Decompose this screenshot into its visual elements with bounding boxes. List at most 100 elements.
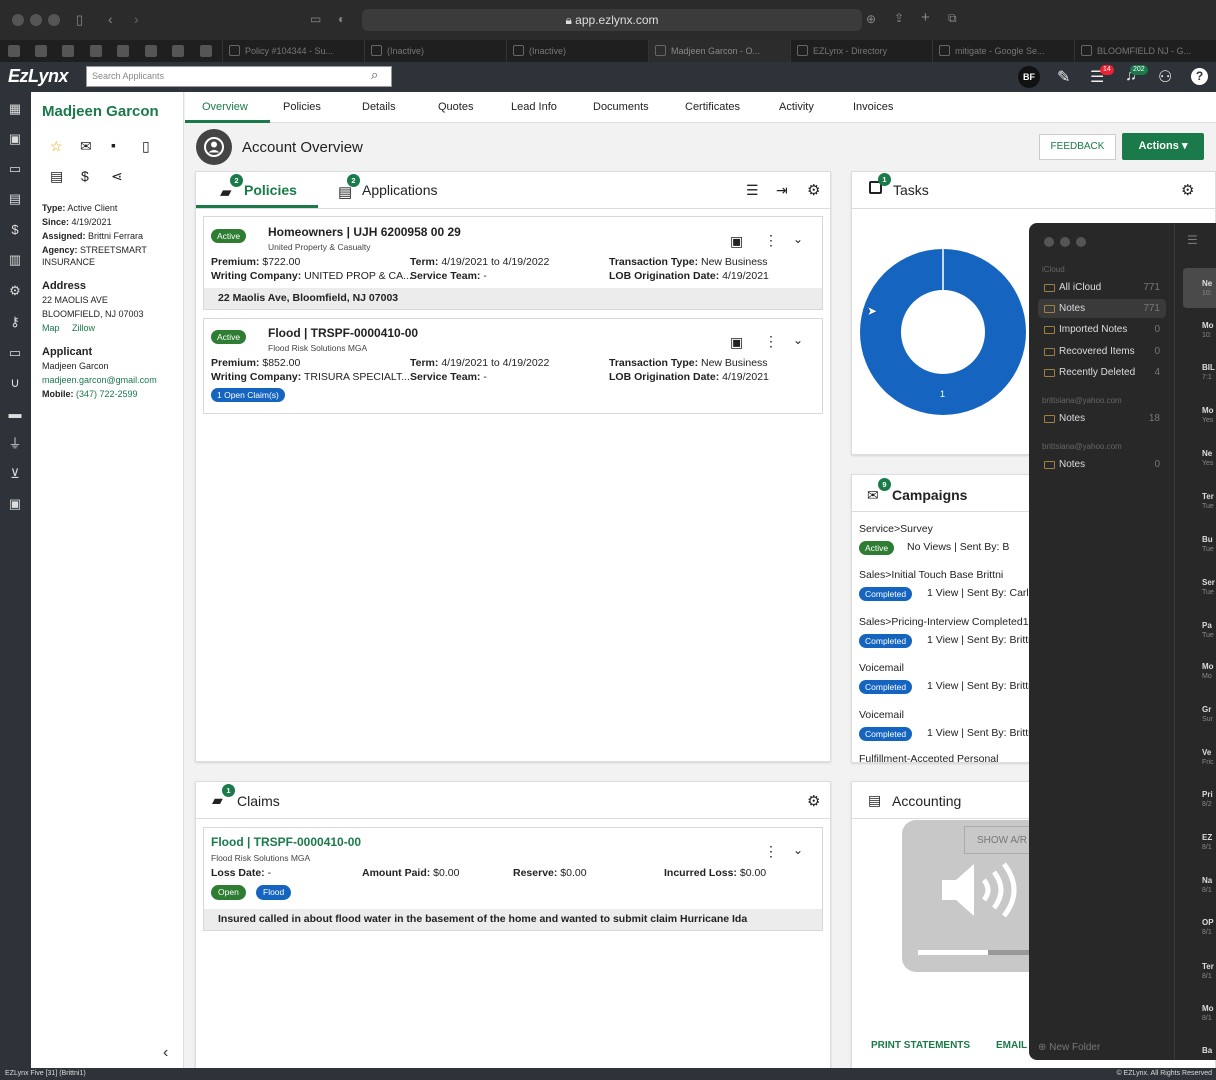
pinned-tab[interactable] bbox=[62, 45, 74, 57]
notes-minimize-button[interactable] bbox=[1060, 237, 1070, 247]
pinned-tab[interactable] bbox=[200, 45, 212, 57]
claim-title-link[interactable]: Flood | TRSPF-0000410-00 bbox=[211, 835, 361, 849]
download-icon[interactable]: ⊕ bbox=[866, 12, 876, 26]
expand-chevron-icon[interactable]: ⌄ bbox=[793, 232, 803, 246]
note-list-item[interactable]: Ba bbox=[1202, 1046, 1216, 1056]
browser-tab[interactable]: Policy #104344 - Su... bbox=[222, 40, 364, 62]
privacy-shield-icon[interactable]: ◐ bbox=[338, 12, 345, 26]
tab-policies[interactable]: Policies bbox=[283, 101, 321, 113]
address-bar[interactable]: 🔒︎ app.ezlynx.com bbox=[362, 9, 862, 31]
more-options-icon[interactable]: ⋮ bbox=[764, 232, 778, 249]
notes-account1-folder[interactable]: Notes 18 bbox=[1038, 409, 1166, 428]
invoice-icon[interactable]: $ bbox=[81, 168, 89, 184]
note-list-item[interactable]: Mo 8/1 bbox=[1202, 1004, 1216, 1024]
collapse-panel-icon[interactable]: ‹ bbox=[163, 1044, 168, 1062]
pinned-tab[interactable] bbox=[8, 45, 20, 57]
share-icon[interactable]: ⋖ bbox=[111, 168, 123, 185]
note-list-item[interactable]: Ser Tue bbox=[1202, 578, 1216, 598]
tab-quotes[interactable]: Quotes bbox=[438, 101, 473, 113]
applications-tab[interactable]: Applications bbox=[362, 182, 438, 198]
new-folder-button[interactable]: ⊕ New Folder bbox=[1038, 1042, 1100, 1053]
map-link[interactable]: Map bbox=[42, 322, 72, 334]
ezlynx-logo[interactable]: EzLynx bbox=[8, 66, 69, 87]
feedback-button[interactable]: FEEDBACK bbox=[1039, 134, 1116, 160]
browser-tab[interactable]: (Inactive) bbox=[506, 40, 648, 62]
tab-overview[interactable]: Overview bbox=[202, 101, 248, 113]
close-window-button[interactable] bbox=[12, 14, 24, 26]
mobile-icon[interactable]: ▯ bbox=[142, 138, 150, 155]
tab-certificates[interactable]: Certificates bbox=[685, 101, 740, 113]
notes-close-button[interactable] bbox=[1044, 237, 1054, 247]
folder-icon[interactable]: ▭ bbox=[7, 162, 23, 176]
notes-folder-all-icloud[interactable]: All iCloud 771 bbox=[1038, 278, 1166, 297]
policies-settings-icon[interactable]: ⚙ bbox=[807, 181, 820, 199]
notes-folder-notes[interactable]: Notes 771 bbox=[1038, 299, 1166, 318]
book-icon[interactable]: ▭ bbox=[7, 346, 23, 360]
clipboard-icon[interactable]: ▣ bbox=[730, 233, 743, 250]
tasks-settings-icon[interactable]: ⚙ bbox=[1181, 181, 1194, 199]
note-list-item[interactable]: Ne 10: bbox=[1202, 279, 1216, 299]
quick-edit-icon[interactable]: ✎ bbox=[1057, 67, 1070, 87]
browser-tab[interactable]: BLOOMFIELD NJ - G... bbox=[1074, 40, 1216, 62]
zoom-window-button[interactable] bbox=[48, 14, 60, 26]
more-options-icon[interactable]: ⋮ bbox=[764, 333, 778, 350]
dashboard-icon[interactable]: ▦ bbox=[7, 102, 23, 116]
search-applicants-input[interactable]: Search Applicants bbox=[86, 66, 392, 87]
notes-folder-recovered[interactable]: Recovered Items 0 bbox=[1038, 342, 1166, 361]
search-icon[interactable]: ⌕ bbox=[371, 67, 378, 83]
notes-folder-imported[interactable]: Imported Notes 0 bbox=[1038, 320, 1166, 339]
share-screen-icon[interactable]: ▭ bbox=[310, 12, 321, 26]
list-view-icon[interactable]: ☰ bbox=[1187, 233, 1198, 247]
note-list-item[interactable]: EZ 8/1 bbox=[1202, 833, 1216, 853]
note-list-item[interactable]: Ter Tue bbox=[1202, 492, 1216, 512]
message-icon[interactable]: ▪ bbox=[111, 137, 116, 153]
settings-icon[interactable]: ⚙ bbox=[7, 284, 23, 298]
print-statements-button[interactable]: PRINT STATEMENTS bbox=[871, 1040, 970, 1051]
note-list-item[interactable]: Ne Yes bbox=[1202, 449, 1216, 469]
open-claims-badge[interactable]: 1 Open Claim(s) bbox=[211, 388, 285, 402]
note-list-item[interactable]: Gr Sur bbox=[1202, 705, 1216, 725]
applicant-email-link[interactable]: madjeen.garcon@gmail.com bbox=[42, 374, 180, 386]
note-list-item[interactable]: OP 8/1 bbox=[1202, 918, 1216, 938]
key-icon[interactable]: ⚷ bbox=[7, 315, 23, 329]
expand-chevron-icon[interactable]: ⌄ bbox=[793, 843, 803, 857]
note-list-item[interactable]: Na 8/1 bbox=[1202, 876, 1216, 896]
back-icon[interactable]: ‹ bbox=[108, 11, 113, 27]
clipboard-icon[interactable]: ▣ bbox=[730, 334, 743, 351]
note-list-item[interactable]: Mo Mo bbox=[1202, 662, 1216, 682]
zillow-link[interactable]: Zillow bbox=[72, 322, 112, 334]
pinned-tab[interactable] bbox=[172, 45, 184, 57]
forward-icon[interactable]: › bbox=[134, 11, 139, 27]
help-icon[interactable]: ? bbox=[1191, 68, 1208, 85]
share-icon[interactable]: ⇪ bbox=[894, 11, 904, 25]
reports-icon[interactable]: ▥ bbox=[7, 253, 23, 267]
user-avatar[interactable]: BF bbox=[1018, 66, 1040, 88]
pinned-tab[interactable] bbox=[117, 45, 129, 57]
tab-invoices[interactable]: Invoices bbox=[853, 101, 893, 113]
campaign-name[interactable]: Sales>Initial Touch Base Brittni bbox=[859, 569, 1003, 581]
tab-lead-info[interactable]: Lead Info bbox=[511, 101, 557, 113]
contacts-icon[interactable]: ▣ bbox=[7, 132, 23, 146]
note-list-item[interactable]: Ter 8/1 bbox=[1202, 962, 1216, 982]
note-list-item[interactable]: Pa Tue bbox=[1202, 621, 1216, 641]
pinned-tab[interactable] bbox=[145, 45, 157, 57]
note-list-item[interactable]: Mo 10: bbox=[1202, 321, 1216, 341]
policies-tab[interactable]: Policies bbox=[244, 182, 297, 198]
cart-icon[interactable]: ⊻ bbox=[7, 467, 23, 481]
id-card-icon[interactable]: ▤ bbox=[50, 168, 63, 185]
pinned-tab[interactable] bbox=[35, 45, 47, 57]
more-options-icon[interactable]: ⋮ bbox=[764, 843, 778, 860]
notes-folder-recently-deleted[interactable]: Recently Deleted 4 bbox=[1038, 363, 1166, 382]
note-list-item[interactable]: Mo Yes bbox=[1202, 406, 1216, 426]
transfer-icon[interactable]: ⇥ bbox=[776, 182, 788, 199]
quotes-icon[interactable]: ▤ bbox=[7, 192, 23, 206]
sort-icon[interactable]: ☰ bbox=[746, 182, 759, 199]
billing-icon[interactable]: $ bbox=[7, 223, 23, 237]
policy-title[interactable]: Homeowners | UJH 6200958 00 29 bbox=[268, 225, 461, 239]
sidebar-toggle-icon[interactable]: ▯ bbox=[76, 12, 83, 28]
browser-tab[interactable]: EZLynx - Directory bbox=[790, 40, 932, 62]
note-list-item[interactable]: Ve Fric bbox=[1202, 748, 1216, 768]
campaign-name[interactable]: Service>Survey bbox=[859, 523, 933, 535]
inbox-icon[interactable]: ▣ bbox=[7, 497, 23, 511]
plug-icon[interactable]: ⏚ bbox=[7, 437, 23, 451]
